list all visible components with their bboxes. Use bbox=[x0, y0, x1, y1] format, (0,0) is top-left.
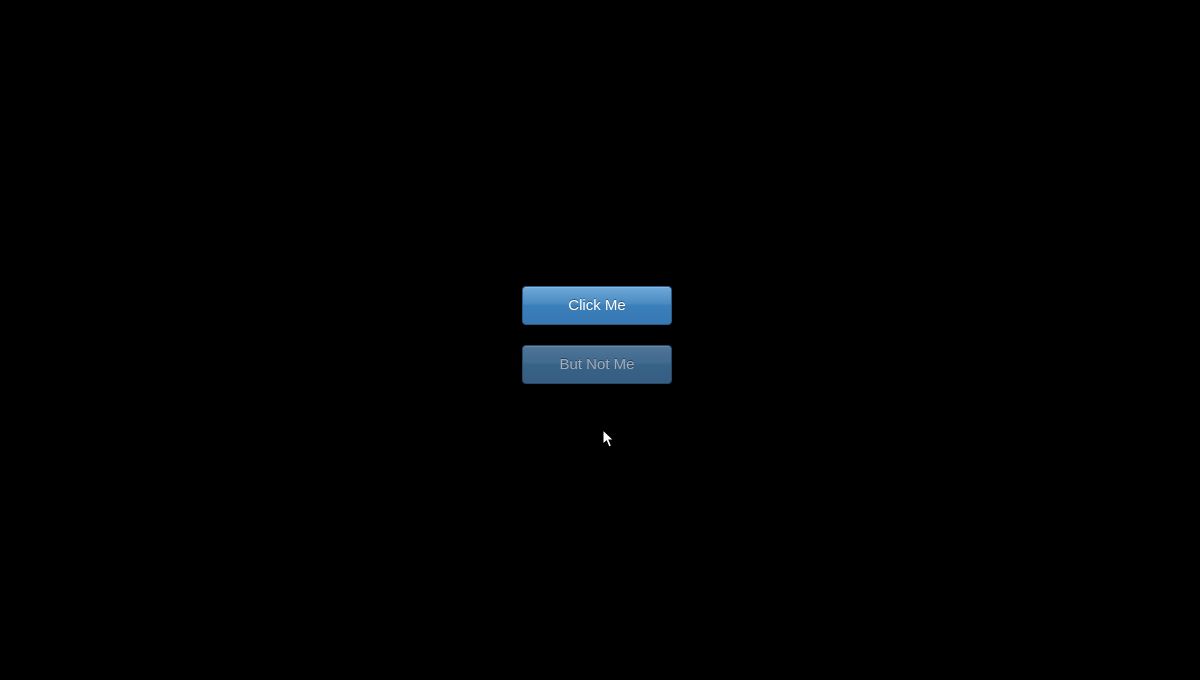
but-not-me-button: But Not Me bbox=[522, 345, 672, 384]
cursor-icon bbox=[602, 429, 616, 449]
button-group: Click Me But Not Me bbox=[522, 286, 672, 384]
click-me-button[interactable]: Click Me bbox=[522, 286, 672, 325]
